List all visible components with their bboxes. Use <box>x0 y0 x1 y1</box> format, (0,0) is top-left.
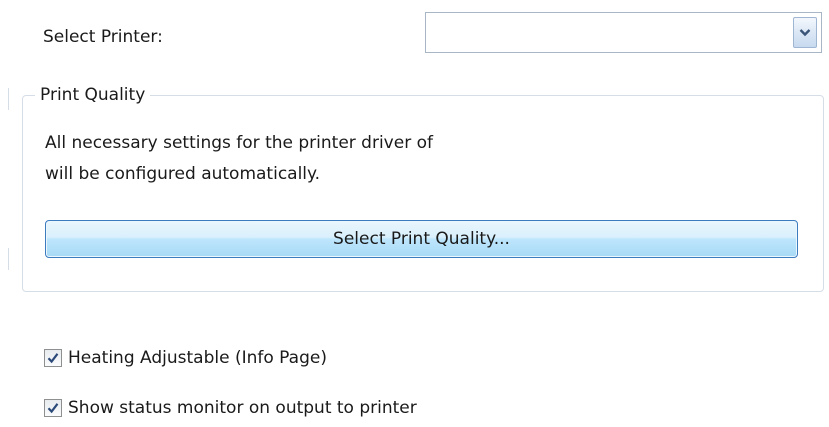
heating-adjustable-option[interactable]: Heating Adjustable (Info Page) <box>44 346 327 370</box>
checkmark-icon <box>47 353 59 364</box>
printer-select[interactable] <box>425 12 822 53</box>
edge-divider <box>8 88 13 110</box>
edge-divider <box>8 248 13 270</box>
printer-settings-panel: Select Printer: Print Quality All necess… <box>0 0 829 427</box>
chevron-down-icon <box>799 29 811 37</box>
heating-adjustable-label: Heating Adjustable (Info Page) <box>68 348 327 368</box>
select-printer-label: Select Printer: <box>43 27 163 47</box>
status-monitor-checkbox[interactable] <box>44 399 62 417</box>
printer-dropdown-button[interactable] <box>793 17 817 48</box>
status-monitor-label: Show status monitor on output to printer <box>68 398 417 418</box>
heating-adjustable-checkbox[interactable] <box>44 349 62 367</box>
status-monitor-option[interactable]: Show status monitor on output to printer <box>44 396 417 420</box>
print-quality-legend: Print Quality <box>35 83 151 107</box>
select-print-quality-button[interactable]: Select Print Quality... <box>45 220 798 258</box>
print-quality-group <box>22 95 824 292</box>
print-quality-description: will be configured automatically. <box>45 164 321 184</box>
checkmark-icon <box>47 403 59 414</box>
print-quality-description: All necessary settings for the printer d… <box>45 133 433 153</box>
